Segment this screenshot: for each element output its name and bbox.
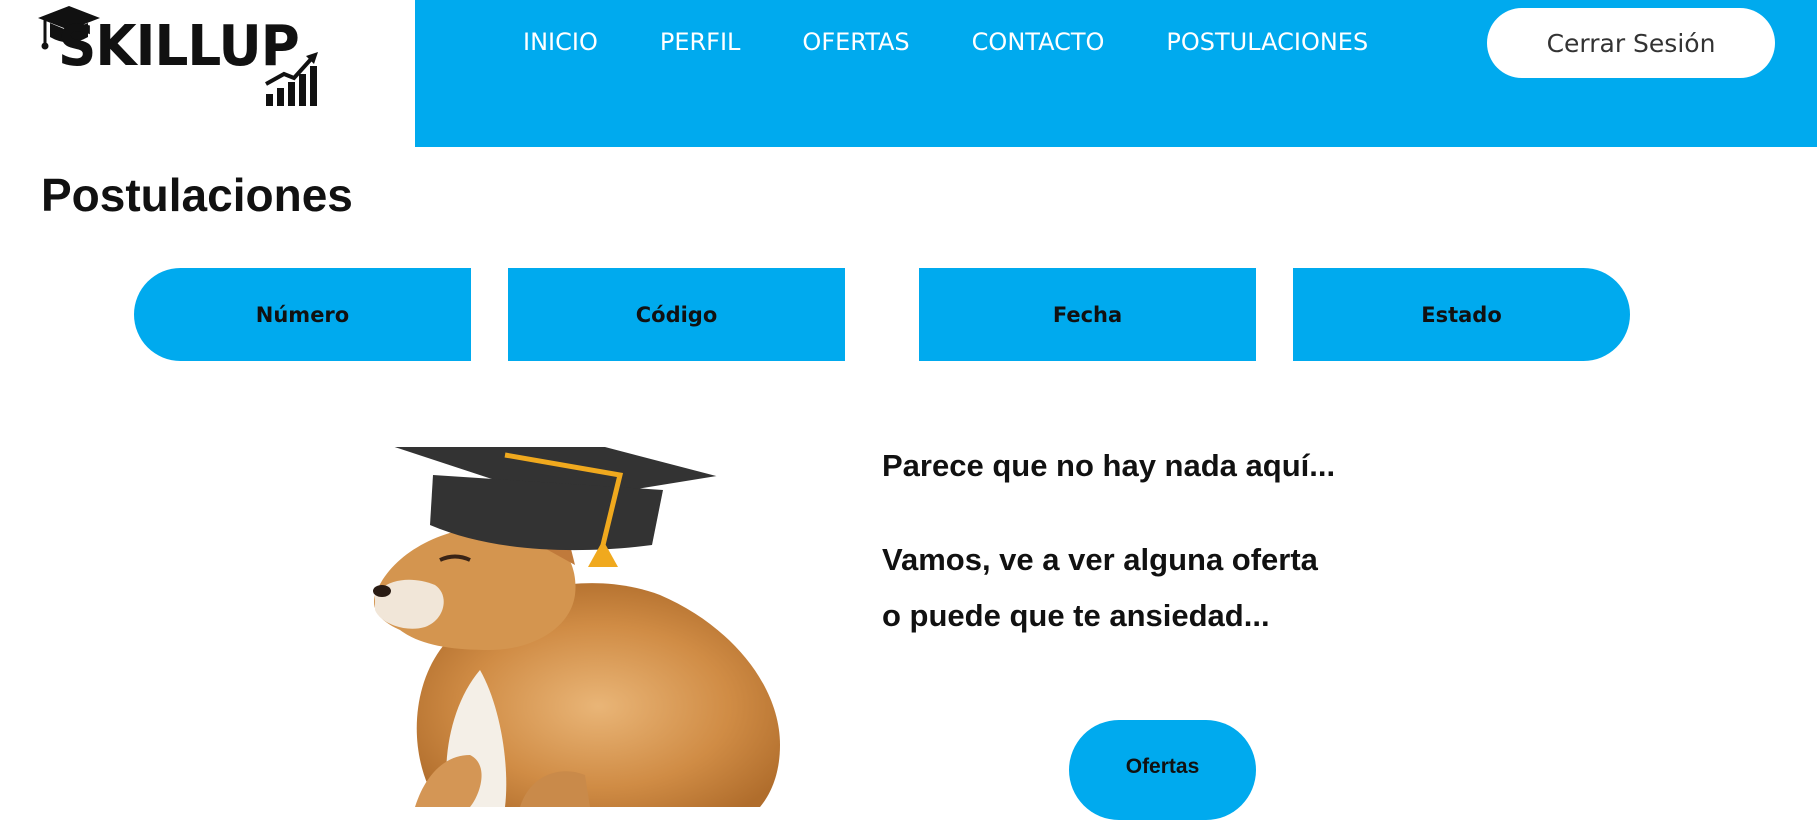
empty-state-hint-line1: Vamos, ve a ver alguna oferta: [882, 542, 1318, 577]
growth-chart-icon: [265, 52, 318, 106]
logo[interactable]: SKILLUP: [0, 0, 415, 147]
column-header-numero: Número: [134, 268, 471, 361]
column-header-estado: Estado: [1293, 268, 1630, 361]
column-header-fecha: Fecha: [919, 268, 1256, 361]
nav-item-perfil[interactable]: PERFIL: [660, 28, 741, 56]
page-title: Postulaciones: [41, 169, 353, 221]
nav-links: INICIO PERFIL OFERTAS CONTACTO POSTULACI…: [523, 28, 1368, 56]
empty-state-message: Parece que no hay nada aquí...: [882, 448, 1336, 483]
nav-item-inicio[interactable]: INICIO: [523, 28, 598, 56]
top-navbar: INICIO PERFIL OFERTAS CONTACTO POSTULACI…: [415, 0, 1817, 147]
graduate-dog-illustration: [373, 445, 780, 807]
nav-item-ofertas[interactable]: OFERTAS: [802, 28, 909, 56]
logout-button[interactable]: Cerrar Sesión: [1487, 8, 1775, 78]
nav-item-postulaciones[interactable]: POSTULACIONES: [1166, 28, 1368, 56]
logo-text: SKILLUP: [58, 14, 300, 79]
column-header-codigo: Código: [508, 268, 845, 361]
nav-item-contacto[interactable]: CONTACTO: [972, 28, 1105, 56]
offers-button[interactable]: Ofertas: [1069, 720, 1256, 820]
empty-state-hint-line2: o puede que te ansiedad...: [882, 598, 1270, 633]
